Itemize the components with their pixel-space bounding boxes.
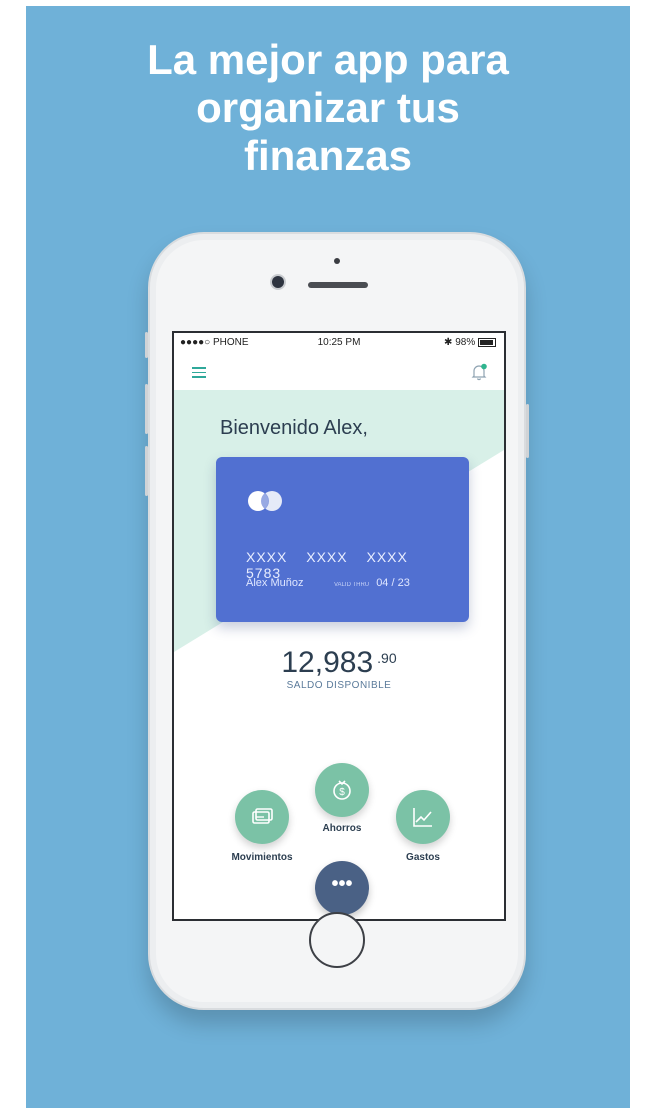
status-bar: ●●●●○ PHONE 10:25 PM ✱ 98% — [174, 333, 504, 353]
movimientos-label: Movimientos — [231, 852, 293, 863]
battery-status: ✱ 98% — [444, 337, 496, 348]
phone-volume-down — [145, 446, 148, 496]
balance-decimal: .90 — [377, 650, 397, 666]
card-expiry: VALID THRU 04 / 23 — [334, 577, 410, 589]
card-expiry-label: VALID THRU — [334, 582, 370, 588]
card-expiry-date: 04 / 23 — [376, 577, 410, 589]
battery-icon — [478, 337, 496, 347]
balance-label: SALDO DISPONIBLE — [286, 680, 392, 691]
card-holder-name: Alex Muñoz — [246, 577, 304, 589]
ahorros-label: Ahorros — [322, 823, 362, 834]
phone-frame: ●●●●○ PHONE 10:25 PM ✱ 98% Bienvenido Al… — [145, 232, 529, 1010]
bluetooth-icon: ✱ — [444, 337, 453, 348]
promo-background: La mejor app para organizar tus finanzas… — [26, 6, 630, 1108]
app-screen: ●●●●○ PHONE 10:25 PM ✱ 98% Bienvenido Al… — [172, 331, 506, 921]
card-number-group-2: XXXX — [306, 549, 348, 565]
earpiece-speaker — [308, 282, 368, 288]
front-camera — [272, 276, 284, 288]
menu-icon[interactable] — [192, 367, 206, 378]
svg-text:$: $ — [339, 787, 345, 798]
phone-power-button — [526, 404, 529, 458]
headline-line-3: finanzas — [243, 132, 413, 179]
ahorros-button[interactable]: $ — [315, 763, 369, 817]
credit-card[interactable]: XXXX XXXX XXXX 5783 Alex Muñoz VALID THR… — [216, 457, 469, 622]
card-number-group-3: XXXX — [366, 549, 408, 565]
gastos-label: Gastos — [406, 852, 440, 863]
bell-icon[interactable] — [470, 363, 488, 381]
headline-line-2: organizar tus — [196, 84, 460, 131]
promo-headline: La mejor app para organizar tus finanzas — [26, 36, 630, 180]
phone-volume-up — [145, 384, 148, 434]
savings-icon: $ — [333, 780, 351, 800]
cards-icon — [252, 808, 273, 824]
battery-percent: 98% — [455, 337, 476, 348]
gastos-button[interactable] — [396, 790, 450, 844]
movimientos-button[interactable] — [235, 790, 289, 844]
headline-line-1: La mejor app para — [147, 36, 509, 83]
greeting-text: Bienvenido Alex, — [220, 417, 368, 439]
balance-integer: 12,983 — [281, 646, 374, 679]
card-number-group-1: XXXX — [246, 549, 288, 565]
card-brand-icon — [248, 491, 282, 511]
more-button[interactable]: ••• — [315, 861, 369, 915]
proximity-sensor — [334, 258, 340, 264]
chart-icon — [413, 808, 432, 827]
balance-amount: 12,983.90 — [174, 646, 504, 680]
home-button[interactable] — [309, 912, 365, 968]
phone-side-button — [145, 332, 148, 358]
